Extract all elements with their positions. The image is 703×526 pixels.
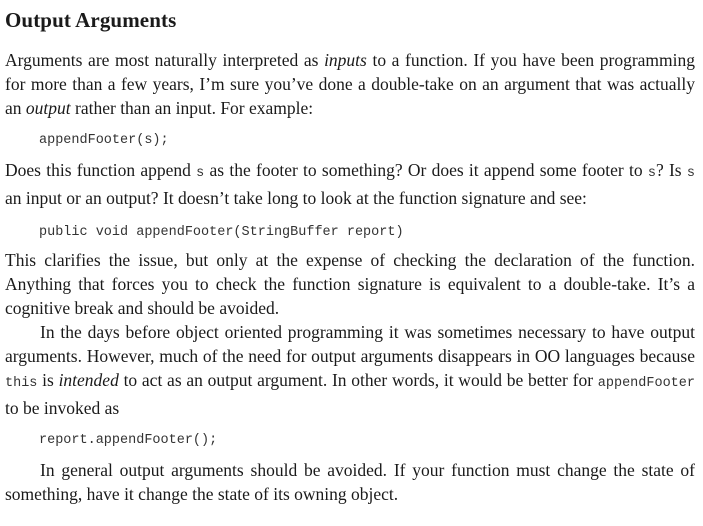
section-heading: Output Arguments xyxy=(5,8,177,32)
emphasis-output: output xyxy=(25,98,71,118)
code-example-append-footer-call: appendFooter(s); xyxy=(39,133,169,148)
inline-code: s xyxy=(647,166,656,181)
paragraph-text: Arguments are most naturally interpreted… xyxy=(5,50,325,70)
inline-code: this xyxy=(5,376,38,391)
paragraph-text: In the days before object oriented progr… xyxy=(5,322,695,366)
paragraph-text: Does this function append xyxy=(5,160,197,180)
emphasis-intended: intended xyxy=(58,370,119,390)
document-page: Output Arguments Arguments are most natu… xyxy=(5,0,695,506)
emphasis-inputs: inputs xyxy=(324,50,367,70)
inline-code: appendFooter xyxy=(597,376,695,391)
paragraph-text: as the footer to something? Or does it a… xyxy=(204,160,648,180)
code-example-method-call: report.appendFooter(); xyxy=(39,433,218,448)
paragraph-question: Does this function append s as the foote… xyxy=(5,158,695,210)
paragraph-intro: Arguments are most naturally interpreted… xyxy=(5,48,695,120)
paragraph-text: an input or an output? It doesn’t take l… xyxy=(5,188,587,208)
paragraph-text: ? Is xyxy=(655,160,687,180)
paragraph-text: to act as an output argument. In other w… xyxy=(118,370,598,390)
paragraph-text: to be invoked as xyxy=(5,398,120,418)
paragraph-conclusion: In general output arguments should be av… xyxy=(5,460,695,504)
inline-code: s xyxy=(686,166,695,181)
paragraph-text: is xyxy=(37,370,59,390)
paragraph-oo-history: In the days before object oriented progr… xyxy=(5,320,695,420)
paragraph-text: rather than an input. For example: xyxy=(70,98,314,118)
paragraph-clarification: This clarifies the issue, but only at th… xyxy=(5,250,695,318)
code-example-signature: public void appendFooter(StringBuffer re… xyxy=(39,225,404,240)
